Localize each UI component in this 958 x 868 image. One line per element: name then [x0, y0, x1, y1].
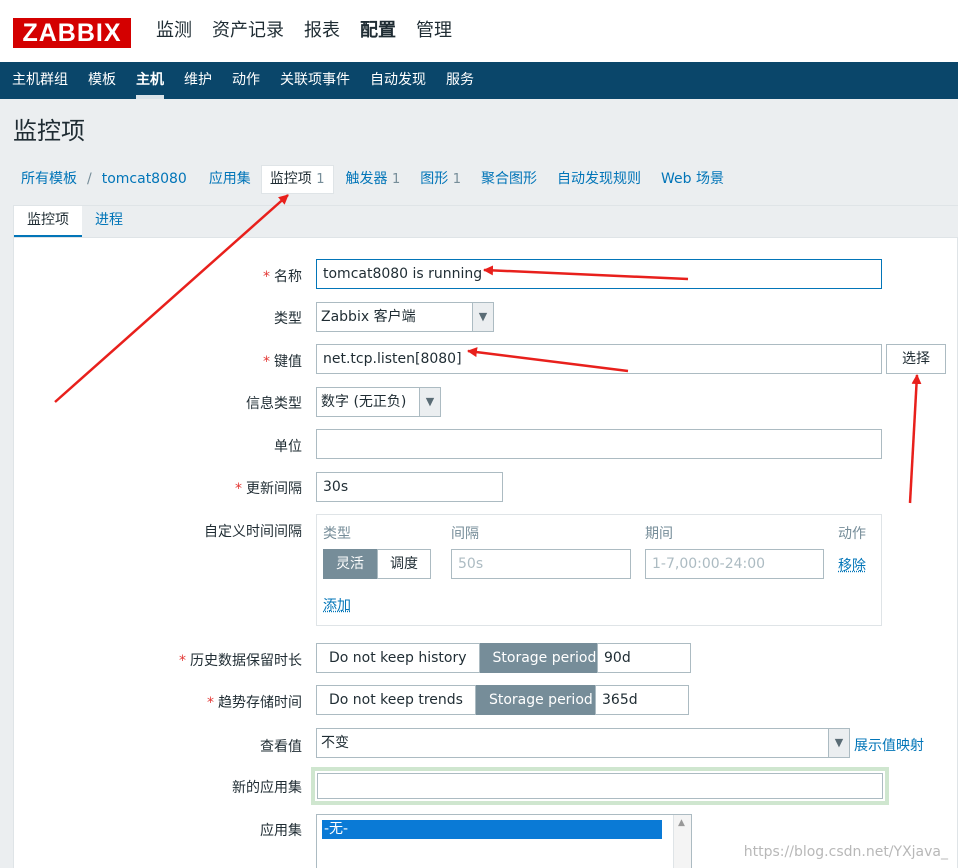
custom-interval-input[interactable]: 50s	[451, 549, 631, 579]
chevron-down-icon: ▼	[419, 388, 440, 416]
custom-intervals-box: 类型 间隔 期间 动作 灵活 调度 50s 1-7,00:00-24:00 移除…	[316, 514, 882, 626]
info-type-select-value: 数字 (无正负)	[321, 394, 407, 410]
custom-add-link[interactable]: 添加	[323, 595, 351, 615]
chevron-down-icon: ▼	[472, 303, 493, 331]
trends-toggle: Do not keep trends Storage period	[316, 685, 606, 715]
new-application-field[interactable]	[317, 773, 883, 799]
history-period-input[interactable]: 90d	[597, 643, 691, 673]
tab-item[interactable]: 监控项	[14, 206, 82, 237]
type-label: 类型	[274, 311, 302, 327]
custom-col-action: 动作	[838, 526, 866, 542]
custom-remove-link[interactable]: 移除	[838, 555, 866, 575]
page-title: 监控项	[13, 117, 85, 145]
breadcrumb-web[interactable]: Web 场景	[653, 166, 732, 192]
trends-label: * 趋势存储时间	[207, 695, 302, 711]
main-menu: 监测 资产记录 报表 配置 管理	[146, 0, 462, 62]
trends-period-input[interactable]: 365d	[595, 685, 689, 715]
breadcrumb: 所有模板 / tomcat8080 应用集 监控项 1 触发器 1 图形 1 聚…	[13, 164, 732, 194]
show-value-mapping-link[interactable]: 展示值映射	[854, 735, 924, 755]
item-form-panel: 监控项 进程 * 名称 tomcat8080 is running 类型 Zabb…	[13, 205, 958, 868]
applications-listbox[interactable]: -无-	[316, 814, 692, 868]
info-type-select[interactable]: 数字 (无正负) ▼	[316, 387, 441, 417]
type-select[interactable]: Zabbix 客户端 ▼	[316, 302, 494, 332]
scheduling-option[interactable]: 调度	[377, 549, 431, 579]
sub-menu-correlation[interactable]: 关联项事件	[270, 62, 360, 99]
name-label: * 名称	[263, 269, 302, 285]
history-storage-option[interactable]: Storage period	[479, 643, 610, 673]
key-label: * 键值	[263, 354, 302, 370]
sub-menu-maintenance[interactable]: 维护	[174, 62, 222, 99]
interval-label: * 更新间隔	[235, 481, 302, 497]
sub-menu-discovery[interactable]: 自动发现	[360, 62, 436, 99]
main-menu-reports[interactable]: 报表	[294, 0, 350, 62]
breadcrumb-graphs-label: 图形	[420, 170, 449, 187]
trends-storage-option[interactable]: Storage period	[475, 685, 606, 715]
custom-intervals-label: 自定义时间间隔	[204, 524, 302, 540]
sub-menu: 主机群组 模板 主机 维护 动作 关联项事件 自动发现 服务	[0, 62, 958, 99]
breadcrumb-triggers[interactable]: 触发器 1	[338, 166, 409, 193]
flexible-option[interactable]: 灵活	[323, 549, 377, 579]
watermark: https://blog.csdn.net/YXjava_	[743, 844, 948, 860]
tab-preprocessing[interactable]: 进程	[82, 206, 136, 237]
sub-menu-hosts[interactable]: 主机	[126, 62, 174, 99]
form-tabs: 监控项 进程	[14, 206, 958, 238]
breadcrumb-triggers-label: 触发器	[345, 170, 388, 187]
breadcrumb-items-label: 监控项	[269, 170, 312, 187]
breadcrumb-screens[interactable]: 聚合图形	[473, 166, 545, 192]
custom-period-input[interactable]: 1-7,00:00-24:00	[645, 549, 824, 579]
key-select-button[interactable]: 选择	[886, 344, 946, 374]
applications-label: 应用集	[260, 823, 302, 839]
breadcrumb-items-count: 1	[316, 171, 325, 187]
custom-col-type: 类型	[323, 526, 351, 542]
sub-menu-host-groups[interactable]: 主机群组	[2, 62, 78, 99]
new-application-label: 新的应用集	[232, 780, 302, 796]
main-menu-administration[interactable]: 管理	[406, 0, 462, 62]
breadcrumb-all-templates[interactable]: 所有模板	[13, 166, 85, 192]
breadcrumb-graphs[interactable]: 图形 1	[412, 166, 469, 193]
custom-type-toggle: 灵活 调度	[323, 549, 431, 579]
history-label: * 历史数据保留时长	[179, 653, 302, 669]
listbox-scrollbar[interactable]	[673, 815, 691, 868]
breadcrumb-applications[interactable]: 应用集	[201, 166, 259, 192]
show-value-label: 查看值	[260, 739, 302, 755]
type-select-value: Zabbix 客户端	[321, 309, 416, 325]
zabbix-logo[interactable]: ZABBIX	[13, 18, 131, 48]
show-value-select-value: 不变	[321, 735, 349, 751]
sub-menu-actions[interactable]: 动作	[222, 62, 270, 99]
trends-no-keep-option[interactable]: Do not keep trends	[316, 685, 476, 715]
history-no-keep-option[interactable]: Do not keep history	[316, 643, 480, 673]
chevron-down-icon: ▼	[828, 729, 849, 757]
units-label: 单位	[274, 439, 302, 455]
info-type-label: 信息类型	[246, 396, 302, 412]
breadcrumb-items[interactable]: 监控项 1	[260, 164, 334, 194]
applications-option-none[interactable]: -无-	[322, 820, 662, 839]
custom-col-period: 期间	[645, 526, 673, 542]
interval-input[interactable]: 30s	[316, 472, 503, 502]
custom-col-interval: 间隔	[451, 526, 479, 542]
breadcrumb-host[interactable]: tomcat8080	[94, 166, 195, 192]
history-toggle: Do not keep history Storage period	[316, 643, 610, 673]
breadcrumb-separator: /	[87, 171, 92, 187]
main-menu-configuration[interactable]: 配置	[350, 0, 406, 62]
sub-menu-services[interactable]: 服务	[436, 62, 484, 99]
show-value-select[interactable]: 不变 ▼	[316, 728, 850, 758]
breadcrumb-discovery[interactable]: 自动发现规则	[549, 166, 649, 192]
units-input[interactable]	[316, 429, 882, 459]
top-bar: ZABBIX 监测 资产记录 报表 配置 管理	[0, 0, 958, 62]
main-menu-inventory[interactable]: 资产记录	[202, 0, 294, 62]
key-input[interactable]: net.tcp.listen[8080]	[316, 344, 882, 374]
name-input[interactable]: tomcat8080 is running	[316, 259, 882, 289]
new-application-input[interactable]	[311, 767, 889, 805]
breadcrumb-triggers-count: 1	[392, 171, 401, 187]
breadcrumb-graphs-count: 1	[452, 171, 462, 187]
sub-menu-templates[interactable]: 模板	[78, 62, 126, 99]
main-menu-monitoring[interactable]: 监测	[146, 0, 202, 62]
